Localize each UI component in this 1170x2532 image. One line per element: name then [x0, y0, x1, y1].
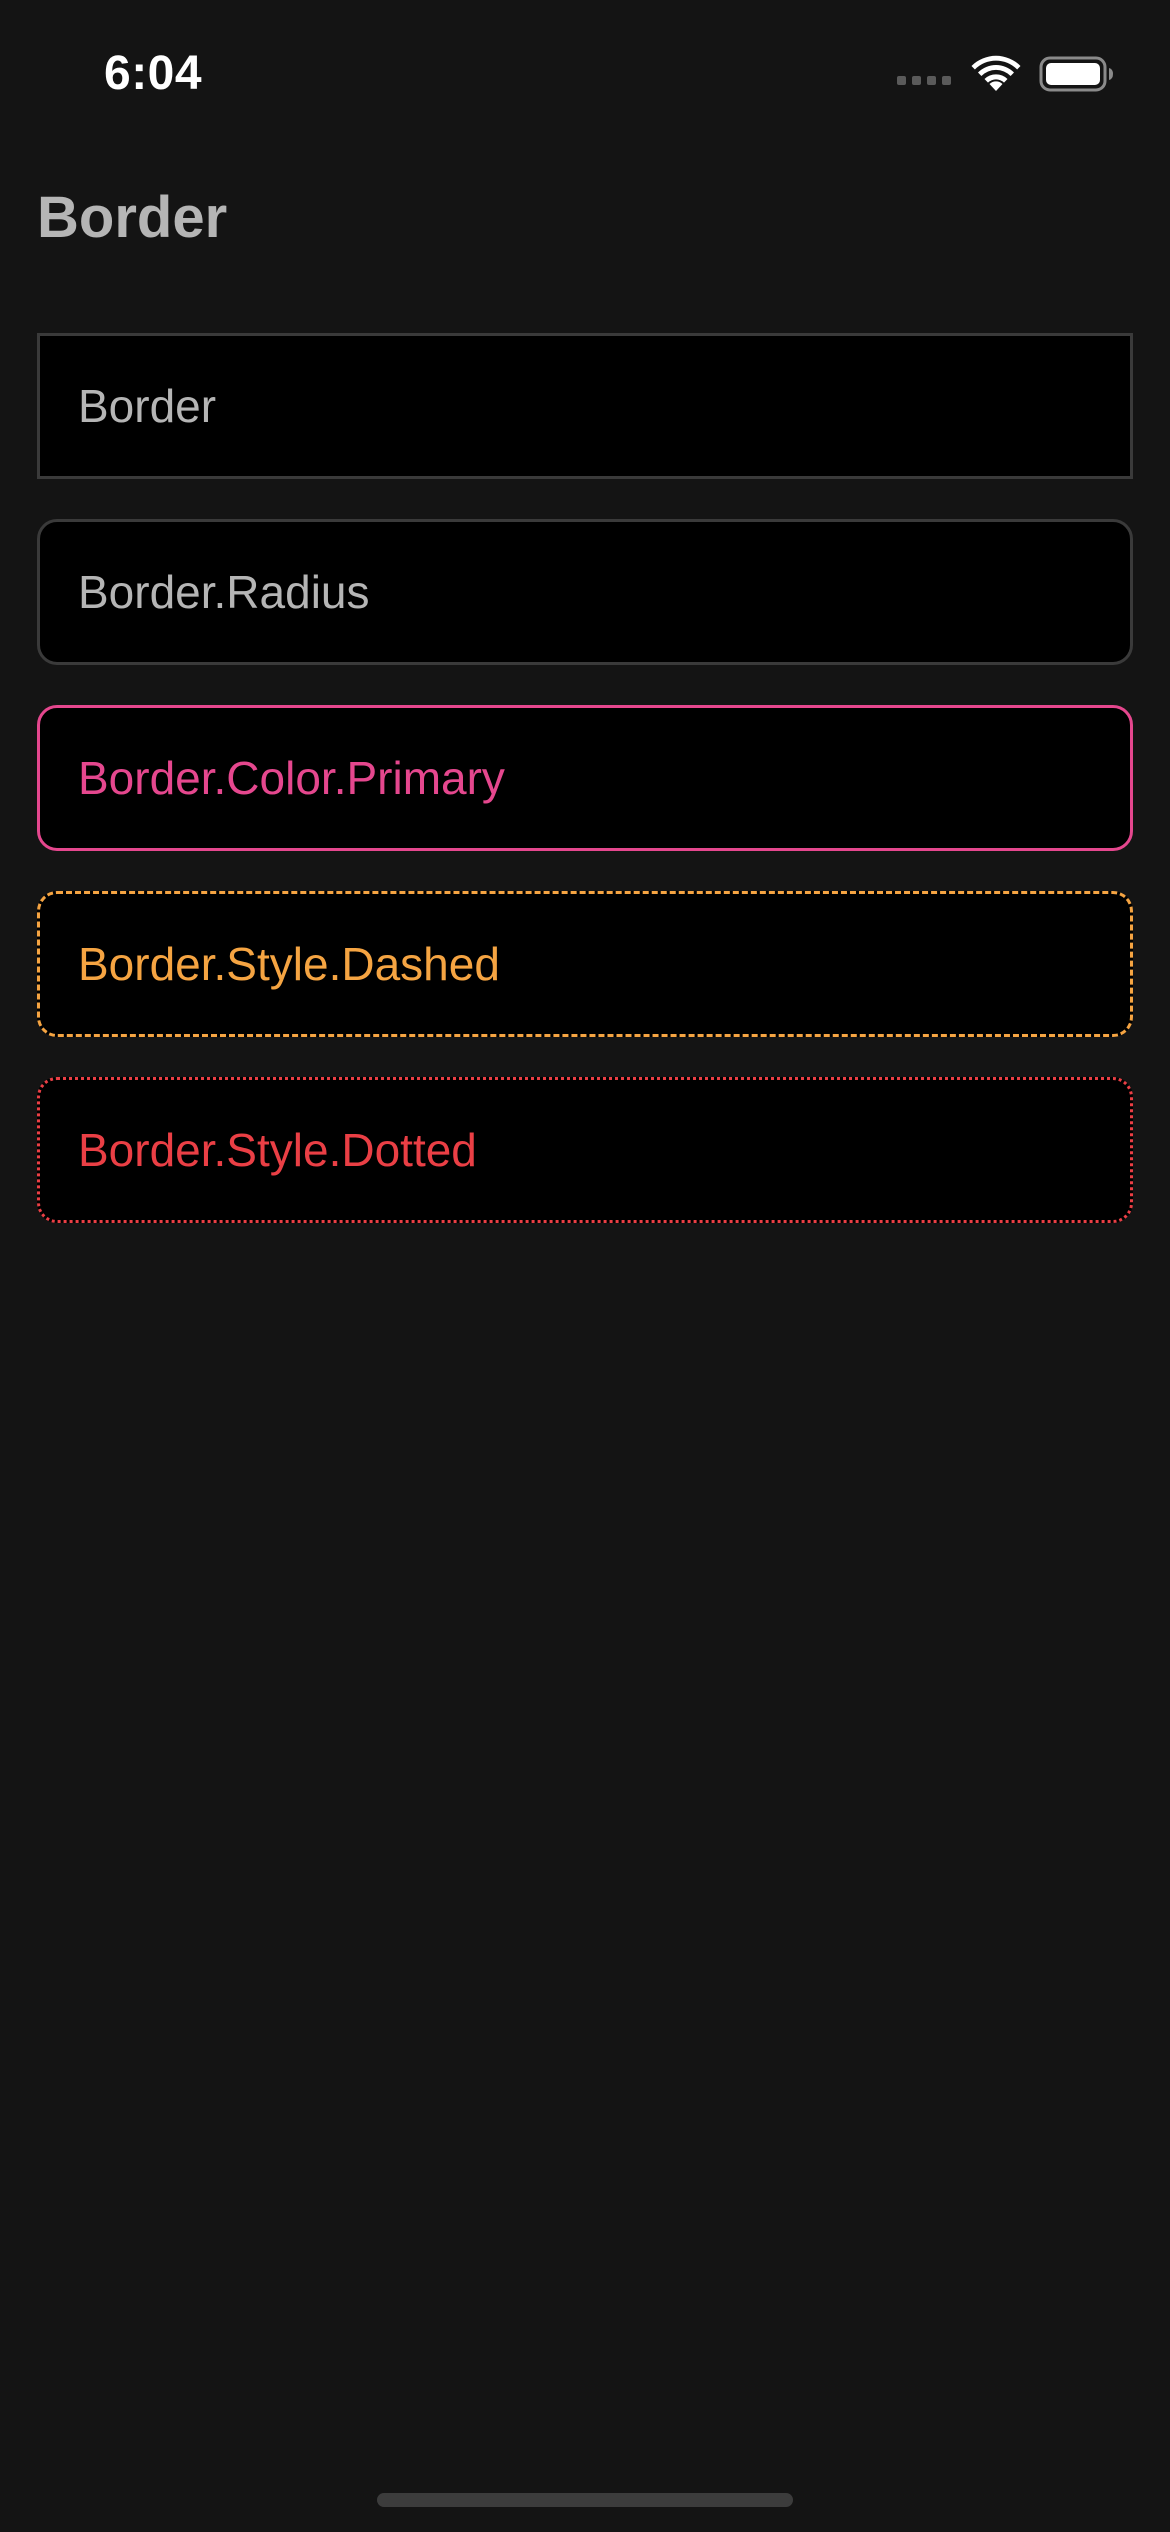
border-style-dashed-card-label: Border.Style.Dashed — [78, 938, 500, 990]
border-style-dashed-card[interactable]: Border.Style.Dashed — [37, 891, 1133, 1037]
wifi-icon — [971, 55, 1021, 91]
border-radius-card[interactable]: Border.Radius — [37, 519, 1133, 665]
border-color-primary-card-label: Border.Color.Primary — [78, 752, 505, 804]
status-time: 6:04 — [104, 47, 203, 100]
page-title: Border — [37, 185, 228, 250]
border-radius-card-label: Border.Radius — [78, 566, 370, 618]
border-color-primary-card[interactable]: Border.Color.Primary — [37, 705, 1133, 851]
cellular-signal-icon — [897, 75, 951, 85]
home-indicator[interactable] — [377, 2493, 793, 2507]
status-bar: 6:04 — [0, 0, 1170, 140]
border-style-dotted-card[interactable]: Border.Style.Dotted — [37, 1077, 1133, 1223]
border-card-label: Border — [78, 380, 217, 432]
battery-icon — [1039, 56, 1113, 92]
border-style-dotted-card-label: Border.Style.Dotted — [78, 1124, 477, 1176]
border-card[interactable]: Border — [37, 333, 1133, 479]
status-icons — [897, 54, 1115, 94]
